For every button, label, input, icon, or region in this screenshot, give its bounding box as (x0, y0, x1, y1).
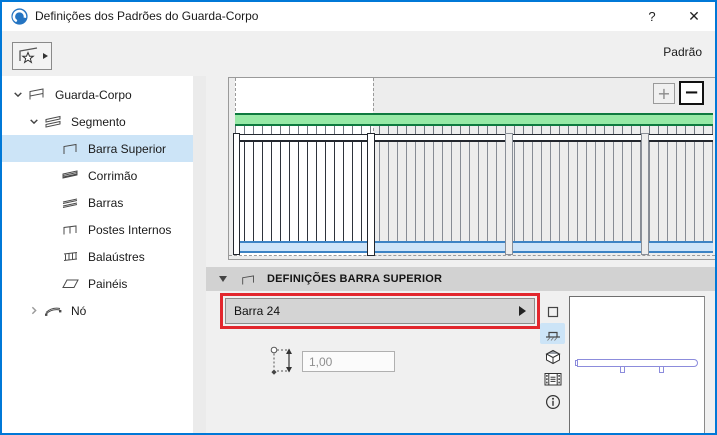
rail-profile-drawing (577, 359, 698, 367)
baseline-dashed (229, 255, 715, 256)
3d-view-button[interactable] (540, 346, 565, 367)
tree-item-balaustres[interactable]: Balaústres (2, 243, 193, 270)
chevron-right-icon[interactable] (27, 305, 41, 316)
section-title: DEFINIÇÕES BARRA SUPERIOR (267, 273, 443, 285)
rails-icon (62, 198, 78, 208)
tree-item-label: Guarda-Corpo (55, 87, 132, 102)
favorites-button[interactable] (12, 42, 52, 70)
tree-item-paineis[interactable]: Painéis (2, 270, 193, 297)
top-rail-icon (242, 274, 254, 284)
archicad-logo-icon (11, 8, 28, 25)
tree-item-segmento[interactable]: Segmento (2, 108, 193, 135)
top-rail-highlighted[interactable] (235, 113, 713, 126)
flythrough-icon (544, 373, 561, 386)
top-rail-icon (63, 143, 77, 154)
handrail-icon (62, 170, 78, 179)
chevron-down-icon[interactable] (11, 89, 25, 100)
profile-name: Barra 24 (234, 304, 281, 318)
plan-view-button[interactable] (540, 301, 565, 322)
height-value-field[interactable] (302, 351, 395, 372)
3d-view-icon (544, 349, 561, 364)
window-title: Definições dos Padrões do Guarda-Corpo (35, 9, 259, 23)
collapse-arrow-icon[interactable] (219, 276, 227, 282)
zoom-out-button[interactable]: − (679, 81, 704, 105)
tree-item-label: Segmento (71, 114, 126, 129)
title-bar: Definições dos Padrões do Guarda-Corpo ?… (2, 2, 715, 31)
segment-icon (45, 115, 61, 128)
scheme-label: Padrão (663, 45, 702, 59)
inner-posts-icon (63, 225, 77, 235)
tree-item-corrimao[interactable]: Corrimão (2, 162, 193, 189)
front-view-button[interactable] (540, 323, 565, 344)
panels-icon (62, 279, 79, 288)
tree-item-barra-superior[interactable]: Barra Superior (2, 135, 193, 162)
node-icon (45, 307, 62, 316)
tree-item-label: Postes Internos (88, 222, 172, 237)
tree-item-guarda-corpo[interactable]: Guarda-Corpo (2, 81, 193, 108)
post[interactable] (367, 133, 375, 256)
tree-item-label: Balaústres (88, 249, 145, 264)
profile-dropdown-button[interactable]: Barra 24 (225, 298, 535, 324)
section-header-barra-superior[interactable]: DEFINIÇÕES BARRA SUPERIOR (206, 267, 715, 291)
post[interactable] (505, 133, 513, 255)
flyout-arrow-icon (42, 53, 48, 59)
help-button[interactable]: ? (633, 2, 671, 31)
front-view-icon (545, 331, 560, 341)
info-icon (545, 394, 560, 409)
tree-item-label: Barras (88, 195, 124, 210)
tree-item-label: Nó (71, 303, 87, 318)
panel-splitter[interactable] (193, 76, 206, 433)
railing-preview[interactable]: + − (228, 77, 715, 260)
dialog-toolbar: Padrão (2, 31, 715, 76)
close-button[interactable]: ✕ (675, 2, 713, 31)
tree-item-barras[interactable]: Barras (2, 189, 193, 216)
railing-pattern-settings-dialog: Definições dos Padrões do Guarda-Corpo ?… (0, 0, 717, 435)
balusters-band-cell (235, 142, 373, 241)
height-dimension-icon (270, 346, 292, 375)
zoom-in-button[interactable]: + (653, 83, 675, 104)
rail-connector (620, 367, 625, 373)
tree-item-label: Corrimão (88, 168, 138, 183)
plan-view-icon (547, 306, 558, 317)
pattern-tree: Guarda-Corpo Segmento Barra Superior Cor… (2, 76, 193, 433)
info-button[interactable] (540, 391, 565, 412)
tree-item-postes-internos[interactable]: Postes Internos (2, 216, 193, 243)
railing-icon (29, 88, 44, 100)
chevron-down-icon[interactable] (27, 116, 41, 127)
flythrough-button[interactable] (540, 369, 565, 390)
post[interactable] (233, 133, 240, 255)
rail-connector (659, 367, 664, 373)
component-preview (569, 296, 705, 433)
tree-item-label: Painéis (88, 276, 128, 291)
balusters-icon (63, 252, 78, 261)
settings-panel: + − DEFINIÇÕES BARRA SUPERIOR Barra 24 (206, 76, 715, 433)
tree-item-no[interactable]: Nó (2, 297, 193, 324)
arrow-right-icon (519, 306, 526, 316)
tree-item-label: Barra Superior (88, 141, 167, 156)
favorites-star-icon (18, 47, 37, 64)
post[interactable] (641, 133, 649, 255)
